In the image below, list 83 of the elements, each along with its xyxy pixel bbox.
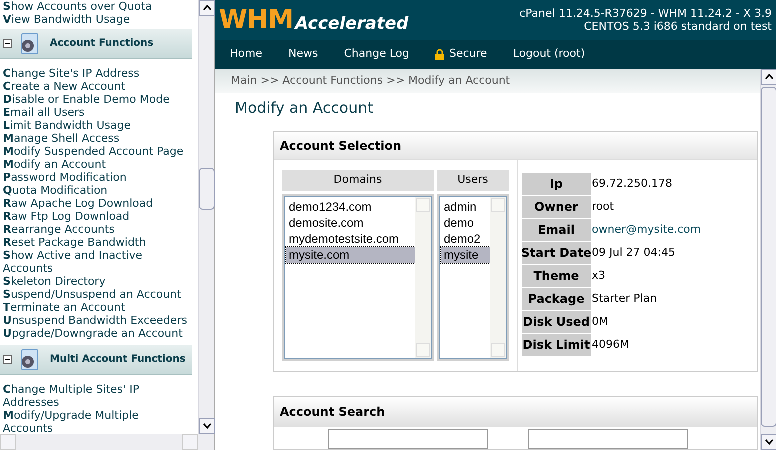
nav-link[interactable]: News xyxy=(288,46,318,63)
sidebar-link[interactable]: Show Accounts over Quota xyxy=(3,0,192,13)
breadcrumb: Main >> Account Functions >> Modify an Account xyxy=(231,72,510,89)
list-scrollbar[interactable] xyxy=(415,197,431,358)
sidebar-link[interactable]: Modify/Upgrade Multiple Accounts xyxy=(3,409,192,434)
sidebar-link[interactable]: Disable or Enable Demo Mode xyxy=(3,93,192,106)
email-link[interactable]: owner@mysite.com xyxy=(592,222,702,238)
panel-title: Account Search xyxy=(280,404,386,421)
section-header[interactable]: Multi Account Functions xyxy=(0,345,192,375)
detail-label: Package xyxy=(522,288,591,310)
list-option[interactable]: demo1234.com xyxy=(286,199,415,215)
nav-link[interactable]: Secure xyxy=(435,46,488,63)
detail-label: Ip xyxy=(522,173,591,195)
lock-icon xyxy=(435,48,446,60)
detail-label: Start Date xyxy=(522,242,591,264)
panel-title: Account Selection xyxy=(280,138,402,154)
scroll-up-icon[interactable] xyxy=(761,69,776,85)
list-option[interactable]: demosite.com xyxy=(286,215,415,231)
sidebar-link[interactable]: Modify an Account xyxy=(3,158,192,171)
sidebar-link[interactable]: Rearrange Accounts xyxy=(3,223,192,236)
detail-label: Owner xyxy=(522,196,591,218)
search-field[interactable] xyxy=(528,429,688,449)
nav-link[interactable]: Change Log xyxy=(344,46,410,63)
version-text: cPanel 11.24.5-R37629 - WHM 11.24.2 - X 3.9 xyxy=(520,7,772,20)
detail-label: Disk Used xyxy=(522,311,591,333)
version-text: CENTOS 5.3 i686 standard on test xyxy=(584,20,772,33)
section-title: Account Functions xyxy=(50,37,154,51)
collapse-icon[interactable] xyxy=(3,39,12,48)
list-option[interactable]: admin xyxy=(441,199,490,215)
sidebar-link[interactable]: Unsuspend Bandwidth Exceeders xyxy=(3,314,192,327)
search-field[interactable] xyxy=(328,429,488,449)
sidebar-link[interactable]: Upgrade/Downgrade an Account xyxy=(3,327,192,340)
vertical-scrollbar[interactable] xyxy=(760,69,776,450)
collapse-icon[interactable] xyxy=(3,355,12,364)
sidebar-link[interactable]: Modify Suspended Account Page xyxy=(3,145,192,158)
detail-value: x3 xyxy=(592,268,606,284)
sidebar-link[interactable]: View Bandwidth Usage xyxy=(3,13,192,26)
detail-value: Starter Plan xyxy=(592,290,658,307)
logo-text: WHM xyxy=(219,7,294,33)
scroll-thumb[interactable] xyxy=(199,168,215,210)
scroll-down-icon[interactable] xyxy=(761,434,776,450)
sidebar-link[interactable]: Raw Apache Log Download xyxy=(3,197,192,210)
list-option[interactable]: demo2 xyxy=(441,231,490,247)
nav-link[interactable]: Logout (root) xyxy=(513,46,586,63)
section-header[interactable]: Account Functions xyxy=(0,29,192,59)
sidebar-link[interactable]: Change Site's IP Address xyxy=(3,67,192,80)
detail-label: Theme xyxy=(522,265,591,287)
scroll-down-icon[interactable] xyxy=(199,418,215,434)
list-box[interactable]: admin demo demo2 mysite xyxy=(439,196,507,359)
detail-value: 09 Jul 27 04:45 xyxy=(592,244,676,261)
list-option[interactable]: mydemotestsite.com xyxy=(286,231,415,247)
sidebar-link[interactable]: Skeleton Directory xyxy=(3,275,192,288)
list-option[interactable]: demo xyxy=(441,215,490,231)
sidebar-link[interactable]: Terminate an Account xyxy=(3,301,192,314)
sidebar-link[interactable]: Quota Modification xyxy=(3,184,192,197)
sidebar-link[interactable]: Manage Shell Access xyxy=(3,132,192,145)
page-title: Modify an Account xyxy=(234,98,375,120)
vertical-scrollbar[interactable] xyxy=(198,0,214,434)
sidebar-link[interactable]: Email all Users xyxy=(3,106,192,119)
column-heading: Domains xyxy=(282,170,434,191)
detail-value: root xyxy=(592,198,614,215)
detail-label: Email xyxy=(522,219,591,241)
sidebar-link[interactable]: Reset Package Bandwidth xyxy=(3,236,192,249)
column-heading: Users xyxy=(437,170,509,191)
detail-label: Disk Limit xyxy=(522,334,591,356)
sidebar-link[interactable]: Suspend/Unsuspend an Account xyxy=(3,288,192,301)
logo-subtext: Accelerated xyxy=(295,16,409,33)
section-title: Multi Account Functions xyxy=(50,353,186,367)
list-scrollbar[interactable] xyxy=(490,197,506,358)
sidebar-link[interactable]: Raw Ftp Log Download xyxy=(3,210,192,223)
detail-value: 0M xyxy=(592,314,608,330)
list-option[interactable]: mysite xyxy=(441,247,490,263)
scroll-thumb[interactable] xyxy=(761,87,776,427)
sidebar-link[interactable]: Create a New Account xyxy=(3,80,192,93)
list-box[interactable]: demo1234.com demosite.com mydemotestsite.com mysite.com xyxy=(284,196,432,359)
list-option[interactable]: mysite.com xyxy=(286,247,415,263)
sidebar-link[interactable]: Limit Bandwidth Usage xyxy=(3,119,192,132)
horizontal-scrollbar[interactable] xyxy=(0,434,214,450)
detail-value: 69.72.250.178 xyxy=(592,176,672,192)
sidebar-link[interactable]: Password Modification xyxy=(3,171,192,184)
nav-link[interactable]: Home xyxy=(230,46,262,63)
scroll-up-icon[interactable] xyxy=(199,0,215,16)
detail-value: 4096M xyxy=(592,336,630,353)
